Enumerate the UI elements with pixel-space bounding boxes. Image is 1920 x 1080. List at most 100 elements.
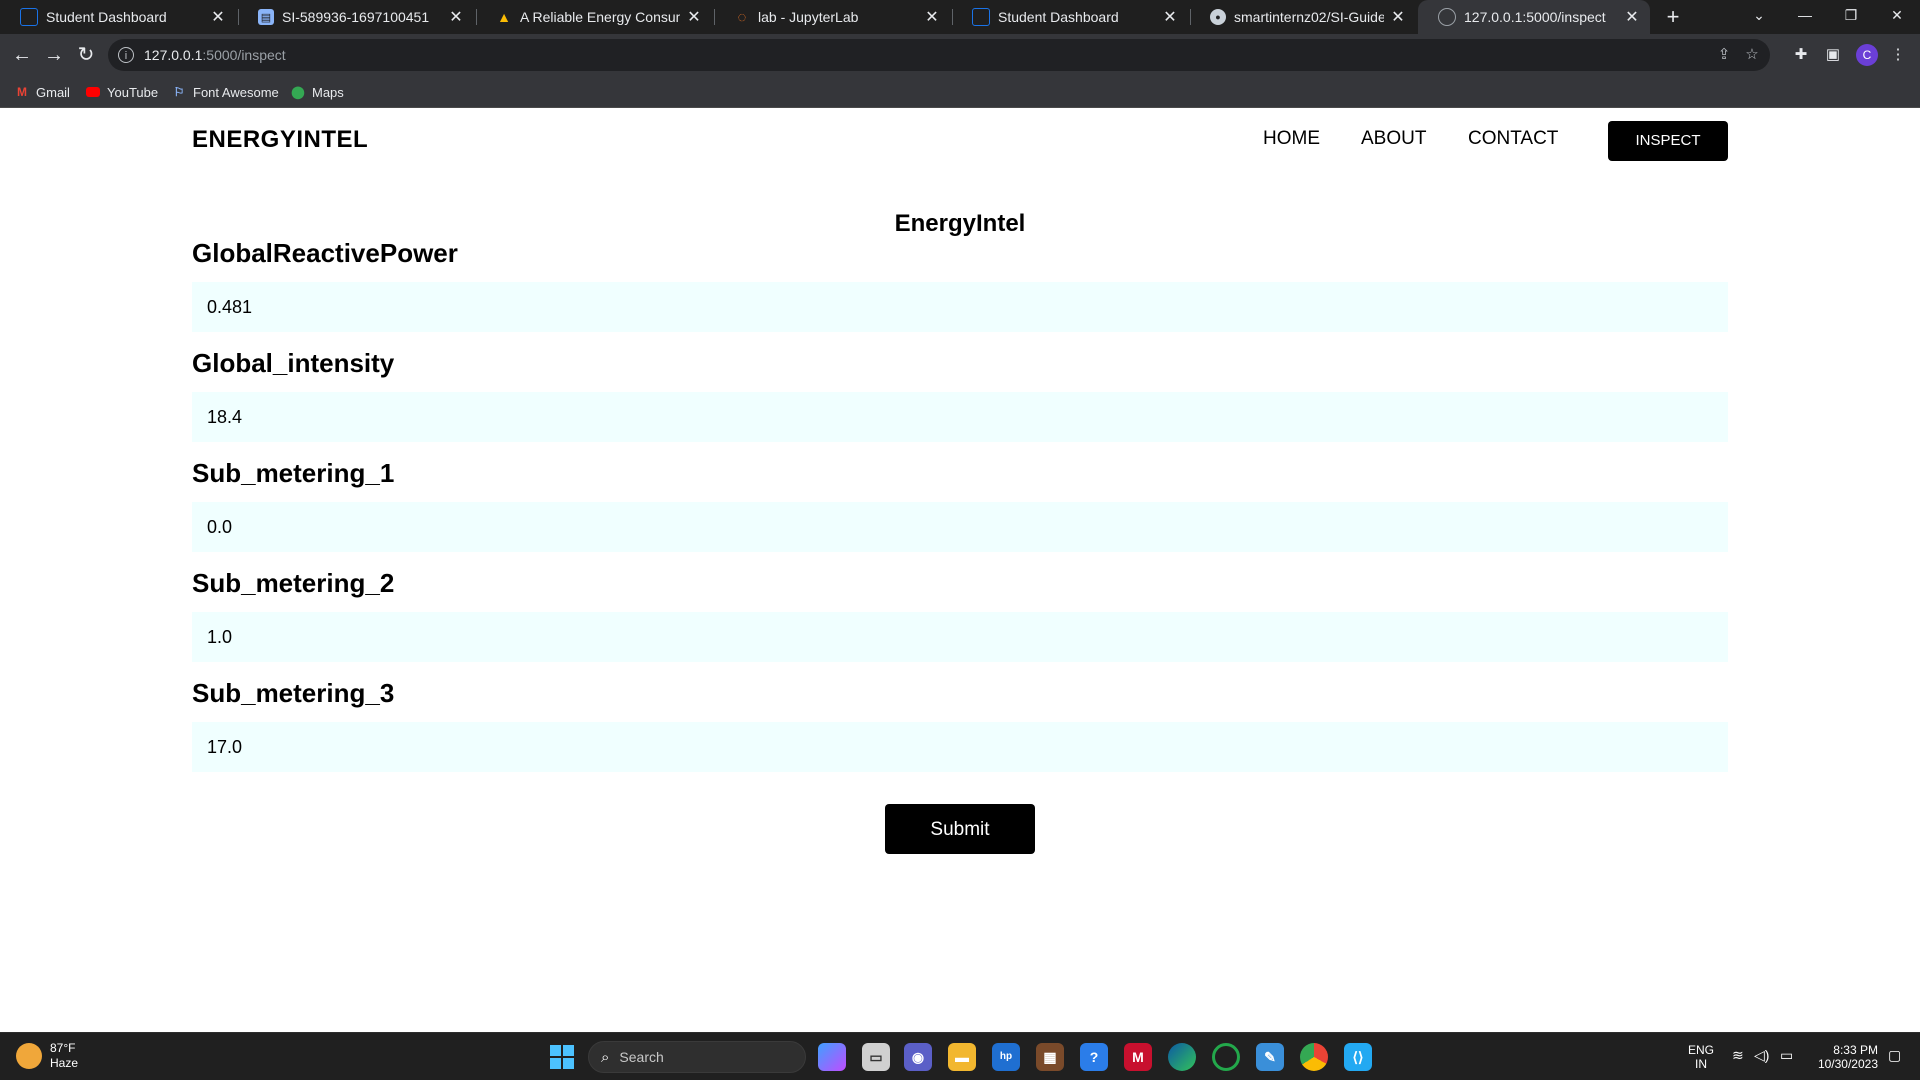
site-info-icon[interactable]: i	[118, 47, 134, 63]
global-reactive-power-input[interactable]	[192, 282, 1728, 332]
nav-contact[interactable]: CONTACT	[1468, 128, 1558, 150]
profile-avatar[interactable]: C	[1856, 44, 1878, 66]
close-icon[interactable]: ✕	[210, 7, 226, 27]
field-label-global-intensity: Global_intensity	[192, 348, 395, 378]
restore-icon[interactable]: ❐	[1828, 0, 1874, 30]
menu-icon[interactable]: ⋮	[1888, 45, 1908, 65]
share-icon[interactable]: ⇪	[1712, 39, 1736, 71]
clock-time: 8:33 PM	[1833, 1043, 1878, 1057]
document-icon: ▤	[258, 9, 274, 25]
field-label-sub-metering-3: Sub_metering_3	[192, 678, 395, 708]
browser-tab[interactable]: ▲ A Reliable Energy Consumption ✕	[476, 0, 712, 34]
web-page: ENERGYINTEL HOME ABOUT CONTACT INSPECT E…	[0, 108, 1920, 1032]
side-panel-icon[interactable]: ▣	[1823, 45, 1843, 65]
nav-about[interactable]: ABOUT	[1361, 128, 1426, 150]
close-icon[interactable]: ✕	[1390, 7, 1406, 27]
tab-title: 127.0.0.1:5000/inspect	[1464, 9, 1606, 25]
teams-icon[interactable]: ◉	[904, 1043, 932, 1071]
forward-icon[interactable]: →	[40, 41, 68, 69]
new-tab-icon[interactable]: +	[1660, 4, 1686, 30]
browser-tab[interactable]: Student Dashboard ✕	[952, 0, 1188, 34]
youtube-icon	[85, 84, 101, 100]
jupyter-icon: ◌	[737, 8, 747, 26]
form-title: EnergyIntel	[894, 210, 1026, 237]
dashboard-icon	[20, 8, 38, 26]
reload-icon[interactable]: ↻	[72, 41, 100, 69]
submit-button[interactable]: Submit	[885, 804, 1035, 854]
minimize-icon[interactable]: —	[1782, 0, 1828, 30]
field-label-sub-metering-1: Sub_metering_1	[192, 458, 395, 488]
field-label-global-reactive-power: GlobalReactivePower	[192, 238, 458, 268]
bookmark-maps[interactable]: ⬤ Maps	[290, 82, 344, 102]
flag-icon: ⚐	[173, 85, 185, 99]
browser-tab[interactable]: ▤ SI-589936-1697100451 ✕	[238, 0, 474, 34]
taskbar: 87°F Haze ⌕ Search ▭ ◉ ▬ hp ▦ ? M ✎ ⟨⟩ E…	[0, 1032, 1920, 1080]
browser-tab[interactable]: Student Dashboard ✕	[0, 0, 236, 34]
search-placeholder: Search	[619, 1049, 664, 1065]
battery-icon[interactable]: ▭	[1780, 1047, 1793, 1064]
snipping-tool-icon[interactable]: ✎	[1256, 1043, 1284, 1071]
windows-start-icon[interactable]	[550, 1045, 574, 1069]
browser-tab[interactable]: ● smartinternz02/SI-GuidedProje ✕	[1190, 0, 1416, 34]
lang-code: ENG	[1688, 1043, 1715, 1057]
tab-title: A Reliable Energy Consumption	[520, 9, 680, 25]
volume-icon[interactable]: ◁)	[1754, 1047, 1769, 1064]
file-explorer-icon[interactable]: ▬	[948, 1043, 976, 1071]
taskbar-search[interactable]: ⌕ Search	[588, 1041, 806, 1073]
haze-weather-icon	[16, 1043, 42, 1069]
gmail-icon: M	[17, 85, 27, 99]
tab-title: Student Dashboard	[998, 9, 1119, 25]
edge-icon[interactable]	[1168, 1043, 1196, 1071]
copilot-icon[interactable]	[818, 1043, 846, 1071]
vscode-icon[interactable]: ⟨⟩	[1344, 1043, 1372, 1071]
close-icon[interactable]: ✕	[448, 7, 464, 27]
photos-icon[interactable]: ▦	[1036, 1043, 1064, 1071]
tab-title: SI-589936-1697100451	[282, 9, 430, 25]
mcafee-icon[interactable]: M	[1124, 1043, 1152, 1071]
browser-tab[interactable]: ◌ lab - JupyterLab ✕	[714, 0, 950, 34]
region-code: IN	[1695, 1057, 1707, 1071]
clock[interactable]: 8:33 PM 10/30/2023	[1810, 1043, 1878, 1071]
site-brand[interactable]: ENERGYINTEL	[192, 126, 368, 154]
sub-metering-2-input[interactable]	[192, 612, 1728, 662]
wifi-icon[interactable]: ≋	[1732, 1047, 1744, 1064]
bookmark-label: Font Awesome	[193, 84, 279, 100]
help-icon[interactable]: ?	[1080, 1043, 1108, 1071]
nav-home[interactable]: HOME	[1263, 128, 1320, 150]
browser-toolbar: ← → ↻ i 127.0.0.1:5000/inspect ⇪ ☆ ✚ ▣ C…	[0, 34, 1920, 76]
bookmark-gmail[interactable]: M Gmail	[14, 82, 70, 102]
bookmark-label: YouTube	[107, 84, 159, 100]
global-intensity-input[interactable]	[192, 392, 1728, 442]
language-indicator[interactable]: ENG IN	[1688, 1043, 1714, 1071]
browser-tab-active[interactable]: 127.0.0.1:5000/inspect ✕	[1418, 0, 1650, 34]
sub-metering-1-input[interactable]	[192, 502, 1728, 552]
bookmark-youtube[interactable]: YouTube	[85, 82, 158, 102]
chrome-icon[interactable]	[1300, 1043, 1328, 1071]
myhp-icon[interactable]: hp	[992, 1043, 1020, 1071]
extensions-icon[interactable]: ✚	[1791, 45, 1811, 65]
close-icon[interactable]: ✕	[1624, 7, 1640, 27]
clock-date: 10/30/2023	[1817, 1057, 1878, 1071]
weather-desc: Haze	[50, 1056, 79, 1070]
weather-temp: 87°F	[50, 1041, 76, 1055]
close-icon[interactable]: ✕	[1162, 7, 1178, 27]
google-drive-icon: ▲	[497, 9, 511, 25]
sub-metering-3-input[interactable]	[192, 722, 1728, 772]
field-label-sub-metering-2: Sub_metering_2	[192, 568, 395, 598]
tab-title: smartinternz02/SI-GuidedProje	[1234, 9, 1384, 25]
weather-widget[interactable]: 87°F Haze	[16, 1041, 78, 1071]
bookmark-star-icon[interactable]: ☆	[1740, 39, 1764, 71]
anaconda-icon[interactable]	[1212, 1043, 1240, 1071]
address-bar[interactable]: i 127.0.0.1:5000/inspect ⇪ ☆	[108, 39, 1770, 71]
search-icon: ⌕	[601, 1048, 610, 1066]
close-icon[interactable]: ✕	[686, 7, 702, 27]
notification-icon[interactable]: ▢	[1888, 1047, 1901, 1064]
task-view-icon[interactable]: ▭	[862, 1043, 890, 1071]
back-icon[interactable]: ←	[8, 41, 36, 69]
inspect-button[interactable]: INSPECT	[1608, 121, 1728, 161]
window-close-icon[interactable]: ✕	[1874, 0, 1920, 30]
bookmark-font-awesome[interactable]: ⚐ Font Awesome	[171, 82, 279, 102]
maps-icon: ⬤	[291, 85, 305, 99]
close-icon[interactable]: ✕	[924, 7, 940, 27]
tab-search-icon[interactable]: ⌄	[1736, 0, 1782, 30]
